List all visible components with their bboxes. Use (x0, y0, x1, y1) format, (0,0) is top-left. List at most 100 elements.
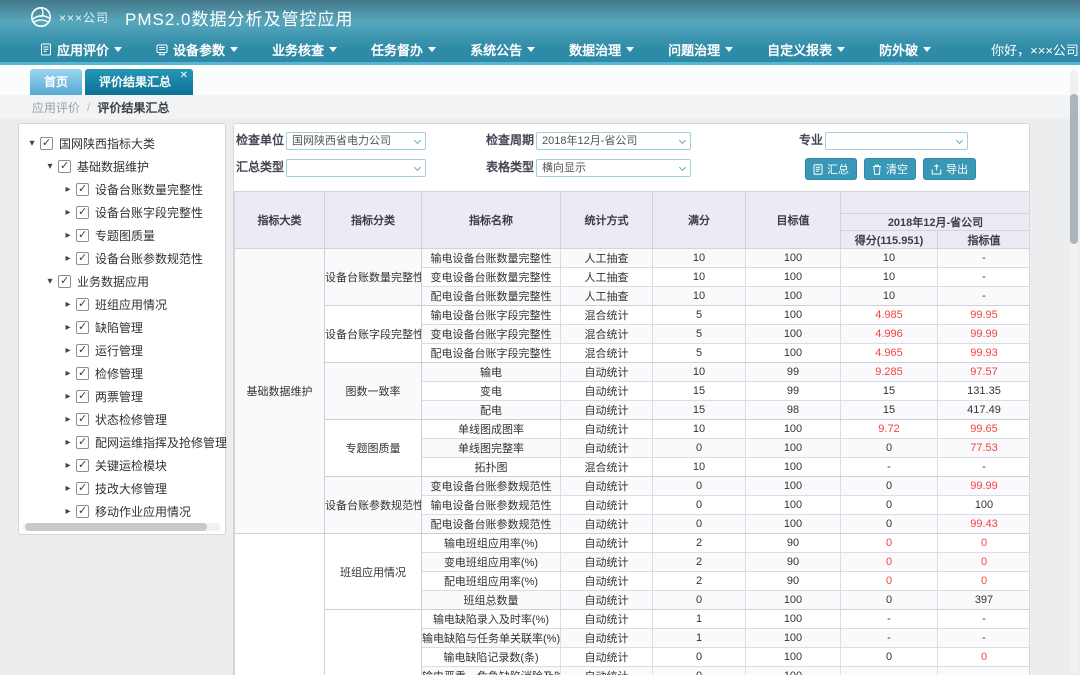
checkbox[interactable] (76, 505, 89, 518)
export-button[interactable]: 导出 (923, 158, 976, 180)
tree-item-12[interactable]: ▸状态检修管理 (19, 408, 225, 431)
checkbox[interactable] (76, 344, 89, 357)
tree-item-11[interactable]: ▸两票管理 (19, 385, 225, 408)
stat-method-cell: 混合统计 (561, 458, 653, 477)
column-header-0: 指标大类 (235, 192, 325, 249)
checkbox[interactable] (58, 160, 71, 173)
tree-item-13[interactable]: ▸配网运维指挥及抢修管理 (19, 431, 225, 454)
expand-icon[interactable]: ▸ (63, 299, 73, 310)
nav-item-5[interactable]: 数据治理 (569, 40, 634, 59)
score-cell: - (841, 458, 938, 477)
table-row: 专题图质量单线图成图率自动统计101009.7299.65 (235, 420, 1031, 439)
checkbox[interactable] (76, 183, 89, 196)
full-score-cell: 0 (653, 648, 746, 667)
checkbox[interactable] (76, 252, 89, 265)
tab-home[interactable]: 首页 (30, 69, 82, 95)
scrollbar-thumb[interactable] (25, 523, 207, 531)
indicator-value-cell: - (938, 268, 1031, 287)
target-value-cell: 100 (746, 439, 841, 458)
expand-icon[interactable]: ▸ (63, 391, 73, 402)
checkbox[interactable] (76, 367, 89, 380)
indicator-value-cell: 397 (938, 591, 1031, 610)
collapse-icon[interactable]: ▾ (45, 276, 55, 287)
tree-item-0[interactable]: ▾国网陕西指标大类 (19, 132, 225, 155)
checkbox[interactable] (76, 436, 89, 449)
expand-icon[interactable]: ▸ (63, 322, 73, 333)
tree-item-4[interactable]: ▸专题图质量 (19, 224, 225, 247)
nav-item-3[interactable]: 任务督办 (371, 40, 436, 59)
breadcrumb-parent[interactable]: 应用评价 (32, 99, 80, 116)
checkbox[interactable] (58, 275, 71, 288)
horizontal-scrollbar[interactable] (23, 523, 221, 531)
nav-item-2[interactable]: 业务核查 (272, 40, 337, 59)
summary-button[interactable]: 汇总 (805, 158, 857, 180)
tree-item-2[interactable]: ▸设备台账数量完整性 (19, 178, 225, 201)
specialty-select[interactable] (825, 132, 968, 150)
tree-item-6[interactable]: ▾业务数据应用 (19, 270, 225, 293)
expand-icon[interactable]: ▸ (63, 184, 73, 195)
tree-item-5[interactable]: ▸设备台账参数规范性 (19, 247, 225, 270)
tree-item-3[interactable]: ▸设备台账字段完整性 (19, 201, 225, 224)
close-icon[interactable]: ✕ (180, 70, 188, 81)
tree-item-14[interactable]: ▸关键运检模块 (19, 454, 225, 477)
clear-button[interactable]: 清空 (864, 158, 916, 180)
checkbox[interactable] (76, 390, 89, 403)
checkbox[interactable] (76, 206, 89, 219)
period-select[interactable]: 2018年12月-省公司 (536, 132, 691, 150)
checkbox[interactable] (40, 137, 53, 150)
expand-icon[interactable]: ▸ (63, 345, 73, 356)
tree-item-1[interactable]: ▾基础数据维护 (19, 155, 225, 178)
stat-method-cell: 自动统计 (561, 496, 653, 515)
indicator-value-cell: 0 (938, 648, 1031, 667)
scrollbar-thumb[interactable] (1070, 94, 1078, 244)
user-greeting: 你好，×××公司 (991, 40, 1079, 59)
table-row: 输电缺陷录入及时率(%)自动统计1100-- (235, 610, 1031, 629)
tree-item-15[interactable]: ▸技改大修管理 (19, 477, 225, 500)
checkunit-select[interactable]: 国网陕西省电力公司 (286, 132, 426, 150)
expand-icon[interactable]: ▸ (63, 483, 73, 494)
indicator-name-cell: 拓扑图 (422, 458, 561, 477)
nav-item-4[interactable]: 系统公告 (470, 40, 535, 59)
company-logo-icon (30, 6, 52, 28)
column-header-4: 满分 (653, 192, 746, 249)
indicator-value-cell: 0 (938, 534, 1031, 553)
expand-icon[interactable]: ▸ (63, 437, 73, 448)
score-cell: 4.996 (841, 325, 938, 344)
expand-icon[interactable]: ▸ (63, 414, 73, 425)
checkbox[interactable] (76, 413, 89, 426)
class-cell: 班组应用情况 (325, 534, 422, 610)
tree-item-8[interactable]: ▸缺陷管理 (19, 316, 225, 339)
expand-icon[interactable]: ▸ (63, 506, 73, 517)
tab-evaluation-summary[interactable]: 评价结果汇总 ✕ (85, 69, 193, 95)
tree-item-16[interactable]: ▸移动作业应用情况 (19, 500, 225, 523)
collapse-icon[interactable]: ▾ (45, 161, 55, 172)
target-value-cell: 100 (746, 344, 841, 363)
tree-item-10[interactable]: ▸检修管理 (19, 362, 225, 385)
summarytype-select[interactable] (286, 159, 426, 177)
tabletype-select[interactable]: 横向显示 (536, 159, 691, 177)
checkbox[interactable] (76, 298, 89, 311)
nav-item-6[interactable]: 问题治理 (668, 40, 733, 59)
tree-item-7[interactable]: ▸班组应用情况 (19, 293, 225, 316)
expand-icon[interactable]: ▸ (63, 253, 73, 264)
nav-item-1[interactable]: 设备参数 (156, 40, 238, 59)
score-cell: - (841, 610, 938, 629)
checkbox[interactable] (76, 459, 89, 472)
indicator-name-cell: 配电设备台账字段完整性 (422, 344, 561, 363)
expand-icon[interactable]: ▸ (63, 230, 73, 241)
nav-item-8[interactable]: 防外破 (879, 40, 931, 59)
expand-icon[interactable]: ▸ (63, 460, 73, 471)
collapse-icon[interactable]: ▾ (27, 138, 37, 149)
expand-icon[interactable]: ▸ (63, 207, 73, 218)
checkbox[interactable] (76, 229, 89, 242)
nav-item-7[interactable]: 自定义报表 (767, 40, 845, 59)
checkbox[interactable] (76, 482, 89, 495)
vertical-scrollbar[interactable] (1070, 70, 1078, 673)
tree-item-9[interactable]: ▸运行管理 (19, 339, 225, 362)
checkbox[interactable] (76, 321, 89, 334)
stat-method-cell: 人工抽查 (561, 268, 653, 287)
nav-item-0[interactable]: 应用评价 (40, 40, 122, 59)
full-score-cell: 2 (653, 534, 746, 553)
caret-down-icon (837, 47, 845, 52)
expand-icon[interactable]: ▸ (63, 368, 73, 379)
